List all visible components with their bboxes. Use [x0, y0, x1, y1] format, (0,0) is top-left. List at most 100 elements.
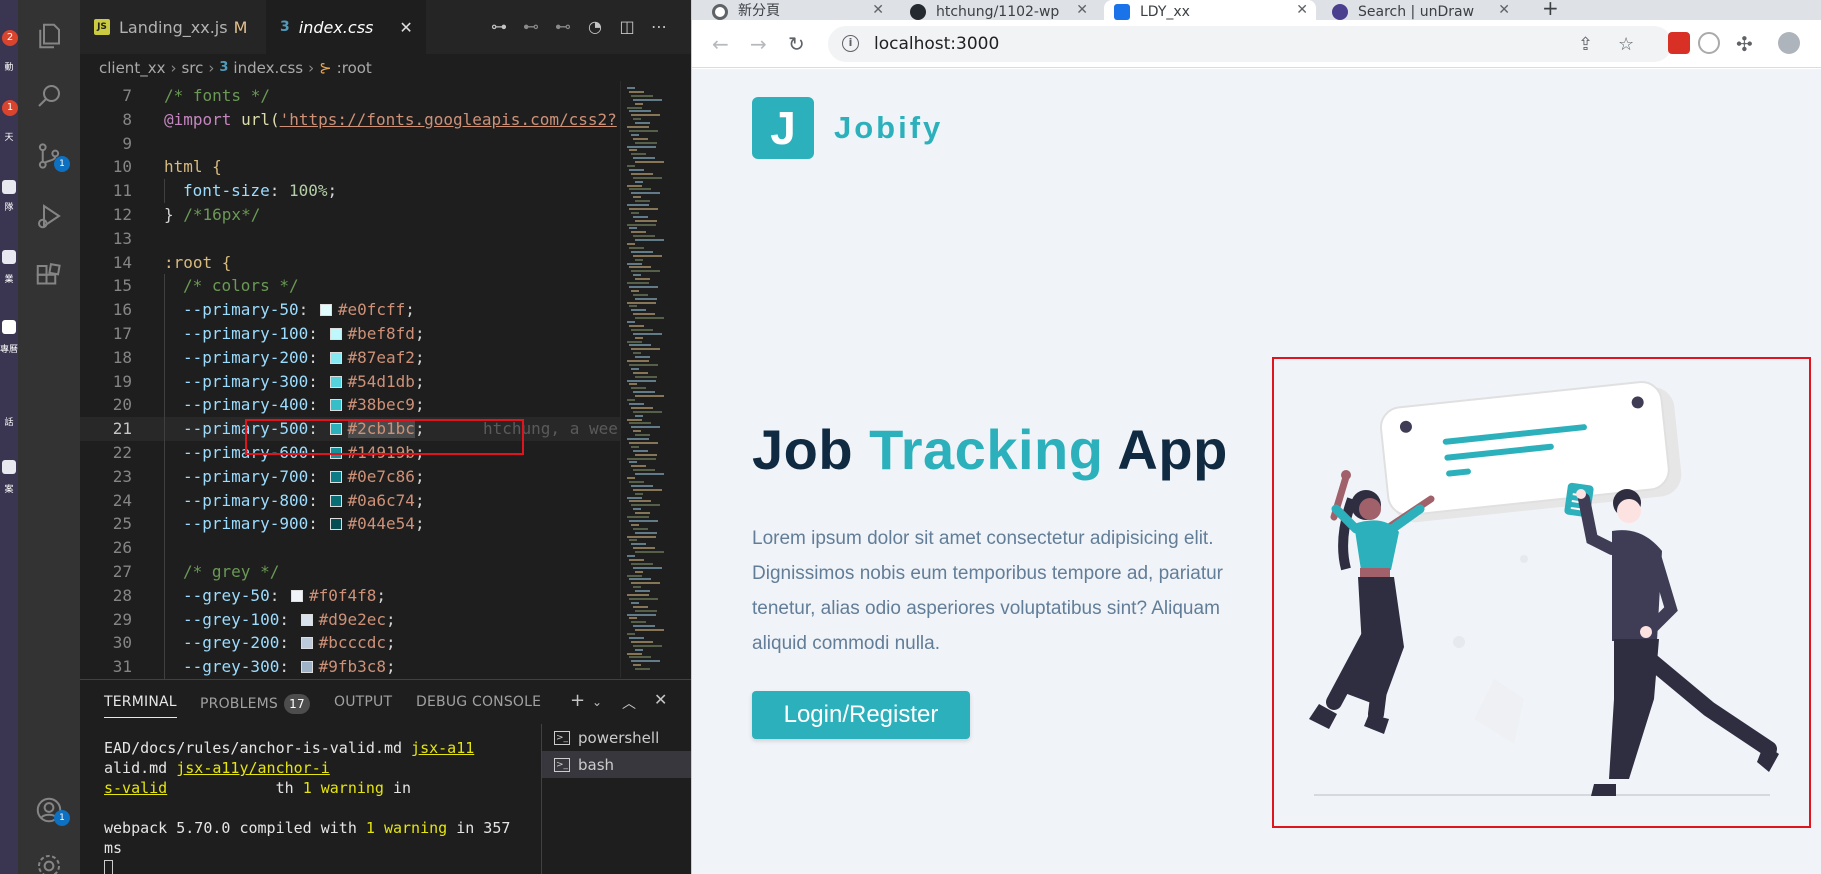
tab-debug-console[interactable]: DEBUG CONSOLE	[416, 694, 541, 710]
tab-problems[interactable]: PROBLEMS 17	[200, 694, 311, 714]
browser-tab[interactable]: htchung/1102-wp ✕	[900, 0, 1096, 20]
split-editor-icon[interactable]: ◫	[617, 17, 637, 37]
extensions-puzzle-icon[interactable]: ✣	[1736, 32, 1753, 56]
bookmark-star-icon[interactable]: ☆	[1618, 34, 1634, 55]
account-badge: 1	[54, 810, 70, 826]
hero-title: Job Tracking App	[752, 418, 1228, 481]
terminal-output[interactable]: EAD/docs/rules/anchor-is-valid.md jsx-a1…	[104, 738, 534, 874]
code-line: 31 --grey-300: #9fb3c8;	[80, 655, 620, 679]
code-text: --primary-200: #87eaf2;	[183, 347, 425, 367]
code-text: --primary-50: #e0fcff;	[183, 300, 415, 320]
line-number: 8	[122, 109, 132, 129]
info-icon[interactable]: i	[842, 35, 859, 52]
extension-icon[interactable]	[1698, 32, 1720, 54]
login-register-button[interactable]: Login/Register	[752, 691, 970, 739]
close-panel-icon[interactable]: ✕	[654, 690, 667, 709]
undraw-icon	[1332, 4, 1348, 20]
cases-icon[interactable]	[2, 460, 16, 474]
line-number: 25	[112, 514, 132, 534]
forward-arrow-icon[interactable]: →	[750, 32, 767, 56]
git-compare-icon[interactable]: ⊶	[489, 17, 509, 37]
next-change-icon[interactable]: ⊷	[553, 17, 573, 37]
previous-change-icon[interactable]: ⊷	[521, 17, 541, 37]
code-line: 11 font-size: 100%;	[80, 179, 620, 203]
javascript-file-icon: JS	[94, 19, 110, 35]
extensions-icon[interactable]	[18, 252, 80, 300]
line-number: 16	[112, 300, 132, 320]
line-number: 12	[112, 204, 132, 224]
browser-tab[interactable]: Search | unDraw ✕	[1322, 0, 1518, 20]
line-number: 30	[112, 633, 132, 653]
url-text[interactable]: localhost:3000	[874, 34, 999, 54]
code-text: --primary-700: #0e7c86;	[183, 466, 425, 486]
browser-tab-active[interactable]: LDY_xx ✕	[1104, 0, 1316, 20]
code-text: :root {	[164, 252, 232, 272]
team-icon[interactable]	[2, 180, 16, 194]
code-line: 25 --primary-900: #044e54;	[80, 512, 620, 537]
profile-avatar-icon[interactable]	[1778, 32, 1800, 54]
minimap[interactable]	[620, 81, 691, 678]
line-number: 15	[112, 276, 132, 296]
code-line: 13	[80, 227, 620, 251]
search-icon[interactable]	[18, 72, 80, 120]
line-number: 23	[112, 466, 132, 486]
files-icon[interactable]	[2, 250, 16, 264]
chevron-down-icon[interactable]: ⌄	[592, 695, 602, 709]
activity-bar: 1 1	[18, 0, 80, 874]
reload-icon[interactable]: ↻	[788, 32, 805, 56]
strip-label: 案	[4, 485, 14, 495]
line-number: 29	[112, 609, 132, 629]
new-terminal-icon[interactable]: +	[570, 690, 585, 711]
code-line: 15 /* colors */	[80, 274, 620, 299]
bottom-panel: TERMINAL PROBLEMS 17 OUTPUT DEBUG CONSOLE…	[80, 679, 691, 874]
account-icon[interactable]: 1	[18, 786, 80, 834]
share-icon[interactable]: ⇪	[1578, 34, 1593, 55]
code-line: 26	[80, 536, 620, 560]
code-text: --grey-200: #bcccdc;	[183, 633, 396, 653]
explorer-icon[interactable]	[18, 12, 80, 60]
new-tab-icon[interactable]: +	[1532, 0, 1572, 20]
code-line: 12} /*16px*/	[80, 203, 620, 227]
source-control-icon[interactable]: 1	[18, 132, 80, 180]
calendar-icon[interactable]	[2, 320, 16, 334]
tab-landing-js[interactable]: JS Landing_xx.js M	[80, 0, 266, 54]
back-arrow-icon[interactable]: ←	[712, 32, 729, 56]
breadcrumb-item[interactable]: src	[181, 59, 203, 77]
terminal-list: >_ powershell >_ bash	[541, 724, 691, 874]
timeline-icon[interactable]: ◔	[585, 17, 605, 37]
code-line: 14:root {	[80, 251, 620, 275]
editor-tab-bar: JS Landing_xx.js M 3 index.css ✕ ⊶ ⊷ ⊷ ◔…	[80, 0, 691, 54]
notification-badge: 2	[2, 30, 18, 46]
close-tab-icon[interactable]: ✕	[399, 18, 412, 37]
breadcrumb: client_xx › src › 3 index.css › ⊱ :root	[80, 54, 691, 81]
breadcrumb-item[interactable]: index.css	[233, 59, 303, 77]
settings-gear-icon[interactable]	[18, 842, 80, 874]
code-area[interactable]: 7 /* fonts */ 8 @import url('https://fonts…	[80, 84, 620, 679]
line-number: 26	[112, 538, 132, 558]
code-line: 27 /* grey */	[80, 559, 620, 584]
terminal-item-bash[interactable]: >_ bash	[542, 751, 691, 778]
breadcrumb-item[interactable]: :root	[337, 59, 372, 77]
maximize-panel-icon[interactable]: ︿	[622, 693, 636, 713]
line-number: 13	[112, 228, 132, 248]
breadcrumb-item[interactable]: client_xx	[99, 59, 165, 77]
close-tab-icon[interactable]: ✕	[872, 2, 884, 18]
extension-icon[interactable]	[1668, 32, 1690, 54]
more-actions-icon[interactable]: ⋯	[649, 17, 669, 37]
close-tab-icon[interactable]: ✕	[1076, 2, 1088, 18]
tab-index-css[interactable]: 3 index.css ✕	[266, 0, 426, 54]
browser-tab[interactable]: 新分頁 ✕	[702, 0, 892, 20]
close-tab-icon[interactable]: ✕	[1498, 2, 1510, 18]
code-text: --grey-300: #9fb3c8;	[183, 657, 396, 677]
terminal-item-powershell[interactable]: >_ powershell	[542, 724, 691, 751]
tab-output[interactable]: OUTPUT	[334, 694, 392, 710]
close-tab-icon[interactable]: ✕	[1296, 2, 1308, 18]
code-text: font-size: 100%;	[183, 181, 338, 201]
code-text: html {	[164, 157, 222, 177]
code-line: 7 /* fonts */	[80, 84, 620, 108]
tab-terminal[interactable]: TERMINAL	[104, 694, 177, 718]
address-bar[interactable]: i localhost:3000 ⇪ ☆	[828, 26, 1672, 62]
strip-label: 專曆	[0, 345, 19, 355]
run-debug-icon[interactable]	[18, 192, 80, 240]
code-line: 29 --grey-100: #d9e2ec;	[80, 607, 620, 632]
